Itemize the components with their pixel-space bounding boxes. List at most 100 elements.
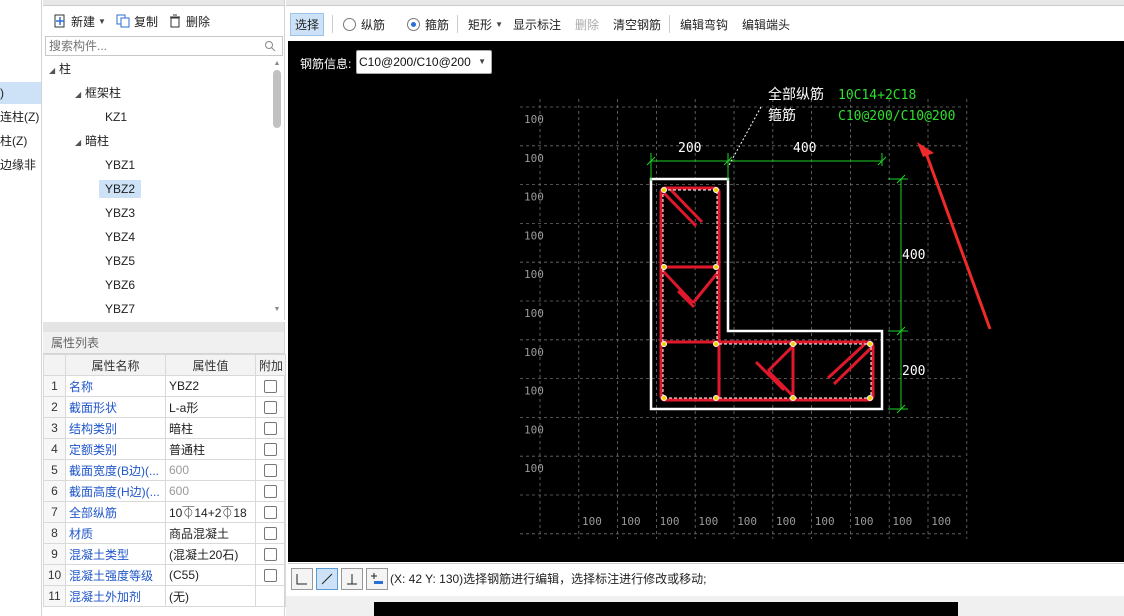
property-value[interactable]: 600 <box>165 480 256 502</box>
row-number: 5 <box>43 459 66 481</box>
extra-cell <box>255 543 286 565</box>
property-value[interactable]: 普通柱 <box>165 438 256 460</box>
edit-end-button[interactable]: 编辑端头 <box>742 16 790 33</box>
left-strip-item[interactable]: ) <box>0 82 41 104</box>
property-row[interactable]: 5 截面宽度(B边)(... 600 <box>43 459 286 481</box>
show-dimensions-button[interactable]: 显示标注 <box>513 16 561 33</box>
checkbox[interactable] <box>264 485 277 499</box>
checkbox[interactable] <box>264 443 277 457</box>
checkbox[interactable] <box>264 527 277 541</box>
delete-rebar-button[interactable]: 删除 <box>575 16 599 33</box>
property-row[interactable]: 3 结构类别 暗柱 <box>43 417 286 439</box>
tree-node-ybz[interactable]: YBZ1 <box>105 154 135 176</box>
property-row[interactable]: 10 混凝土强度等级 (C55) <box>43 564 286 586</box>
tree-node-ybz[interactable]: YBZ3 <box>105 202 135 224</box>
tree-node-ybz[interactable]: YBZ6 <box>105 274 135 296</box>
drawing-canvas[interactable]: 钢筋信息: C10@200/C10@200 ▼ 100 100 100 100 100 10… <box>288 41 1124 562</box>
select-button[interactable]: 选择 <box>290 12 325 36</box>
property-value[interactable]: L-a形 <box>165 396 256 418</box>
shape-dropdown[interactable]: 矩形 ▼ <box>468 16 503 33</box>
checkbox[interactable] <box>264 464 277 478</box>
left-strip-item[interactable]: 边缘非 <box>0 154 41 176</box>
property-name: 截面形状 <box>65 396 166 418</box>
free-line-mode-button[interactable] <box>316 567 338 590</box>
property-value[interactable]: 商品混凝土 <box>165 522 256 544</box>
column-header-extra: 附加 <box>255 354 286 376</box>
tree-label: YBZ4 <box>105 230 136 244</box>
rebar-dot <box>867 341 873 347</box>
tree-node-hidden-column[interactable]: ◢ 暗柱 <box>75 130 109 152</box>
grid-lines <box>520 99 968 539</box>
property-value[interactable]: 暗柱 <box>165 417 256 439</box>
dim-label-top-right: 400 <box>793 141 816 156</box>
component-toolbar: 新建 ▼ 复制 删除 <box>43 8 284 34</box>
panel-tab-bar <box>43 0 284 6</box>
tree-node-ybz-selected[interactable]: YBZ2 <box>99 178 142 200</box>
property-name: 截面宽度(B边)(... <box>65 459 166 481</box>
checkbox[interactable] <box>264 506 277 520</box>
tree-node-ybz[interactable]: YBZ5 <box>105 250 135 272</box>
copy-button[interactable]: 复制 <box>116 13 158 30</box>
rebar-dot <box>661 341 667 347</box>
property-value[interactable]: 10⏁14+2⏁18 <box>165 501 256 523</box>
property-row[interactable]: 6 截面高度(H边)(... 600 <box>43 480 286 502</box>
tree-node-ybz[interactable]: YBZ4 <box>105 226 135 248</box>
longitudinal-bars <box>661 187 873 401</box>
delete-button[interactable]: 删除 <box>168 13 210 30</box>
property-value[interactable]: (无) <box>165 585 256 607</box>
grid-label-horizontal: 100 <box>815 515 835 528</box>
property-row[interactable]: 11 混凝土外加剂 (无) <box>43 585 286 607</box>
editor-tab-bar <box>286 0 1124 6</box>
property-row[interactable]: 8 材质 商品混凝土 <box>43 522 286 544</box>
property-value[interactable]: YBZ2 <box>165 375 256 397</box>
section-drawing: 100 100 100 100 100 100 100 100 100 100 100 100 100 1… <box>520 86 992 539</box>
stirrup-radio[interactable]: 箍筋 <box>407 16 449 33</box>
clear-rebar-button[interactable]: 清空钢筋 <box>613 16 661 33</box>
property-name: 名称 <box>65 375 166 397</box>
checkbox[interactable] <box>264 548 277 562</box>
new-button[interactable]: 新建 ▼ <box>53 13 106 30</box>
property-name: 截面高度(H边)(... <box>65 480 166 502</box>
property-panel: 属性列表 属性名称 属性值 附加 1 名称 YBZ2 2 截面形状 L-a形 3 结构类别 暗柱… <box>43 322 286 616</box>
grid-labels: 100 100 100 100 100 100 100 100 100 100 100 100 100 1… <box>524 113 951 528</box>
hook <box>754 360 786 392</box>
left-strip-item[interactable]: 柱(Z) <box>0 130 41 152</box>
property-value[interactable]: (C55) <box>165 564 256 586</box>
rebar-dot <box>713 187 719 193</box>
tree-node-kz1[interactable]: KZ1 <box>105 106 127 128</box>
property-value[interactable]: 600 <box>165 459 256 481</box>
property-row[interactable]: 2 截面形状 L-a形 <box>43 396 286 418</box>
perpendicular-mode-button[interactable] <box>341 567 363 590</box>
checkbox[interactable] <box>264 422 277 436</box>
tree-node-ybz[interactable]: YBZ7 <box>105 298 135 316</box>
tree-label: YBZ2 <box>99 180 142 198</box>
orthogonal-mode-button[interactable] <box>291 567 313 590</box>
left-strip-item[interactable]: 连柱(Z) <box>0 106 41 128</box>
scroll-up-icon[interactable]: ▲ <box>273 60 281 68</box>
property-name: 混凝土强度等级 <box>65 564 166 586</box>
property-name: 定额类别 <box>65 438 166 460</box>
tree-node-column[interactable]: ◢ 柱 <box>49 58 71 80</box>
tree-node-frame-column[interactable]: ◢ 框架柱 <box>75 82 121 104</box>
longitudinal-radio[interactable]: 纵筋 <box>343 16 385 33</box>
checkbox[interactable] <box>264 569 277 583</box>
anno-all-label: 全部纵筋 <box>768 86 824 103</box>
dim-tick <box>646 156 906 414</box>
search-input[interactable] <box>46 37 256 55</box>
grid-label-vertical: 100 <box>524 346 544 359</box>
property-row[interactable]: 1 名称 YBZ2 <box>43 375 286 397</box>
edit-bend-button[interactable]: 编辑弯钩 <box>680 16 728 33</box>
property-name: 全部纵筋 <box>65 501 166 523</box>
rebar-dot <box>713 395 719 401</box>
property-row[interactable]: 4 定额类别 普通柱 <box>43 438 286 460</box>
panel-splitter[interactable] <box>43 322 284 332</box>
property-row[interactable]: 9 混凝土类型 (混凝土20石) <box>43 543 286 565</box>
property-row[interactable]: 7 全部纵筋 10⏁14+2⏁18 <box>43 501 286 523</box>
property-value[interactable]: (混凝土20石) <box>165 543 256 565</box>
search-icon[interactable] <box>264 40 276 52</box>
checkbox[interactable] <box>264 401 277 415</box>
checkbox[interactable] <box>264 380 277 394</box>
tree-scrollbar-thumb[interactable] <box>273 70 281 128</box>
add-point-button[interactable] <box>366 567 388 590</box>
scroll-down-icon[interactable]: ▼ <box>273 306 281 314</box>
